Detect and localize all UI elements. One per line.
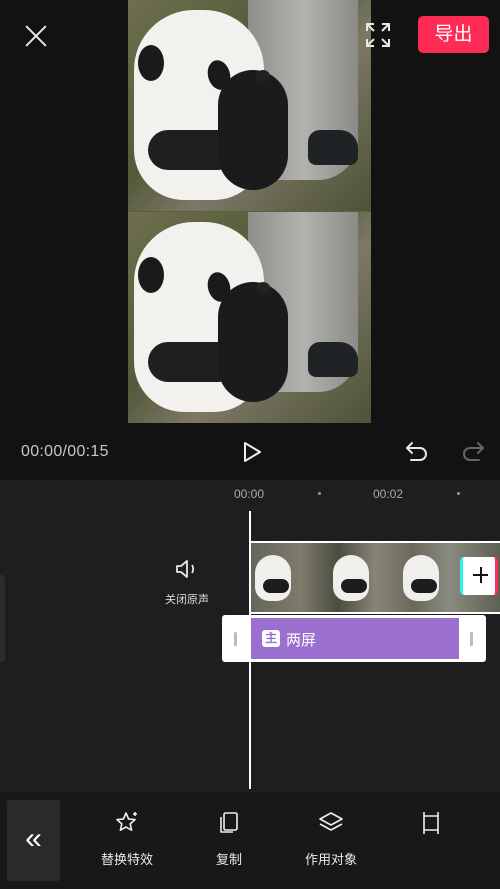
fullscreen-icon[interactable] bbox=[365, 22, 391, 48]
bottom-toolbar bbox=[0, 792, 500, 889]
clip-thumbnail bbox=[255, 555, 291, 601]
playhead[interactable] bbox=[249, 511, 251, 789]
copy-label: 复制 bbox=[215, 852, 242, 867]
collapse-button[interactable]: « bbox=[7, 800, 60, 881]
play-icon[interactable] bbox=[240, 440, 264, 464]
apply-target-button[interactable]: 作用对象 bbox=[286, 810, 376, 867]
export-button[interactable]: 导出 bbox=[418, 16, 489, 53]
replace-effect-label: 替换特效 bbox=[100, 852, 153, 867]
add-clip-button[interactable] bbox=[460, 557, 498, 595]
panda-frame-top bbox=[128, 0, 371, 211]
mute-original-audio-label[interactable]: 关闭原声 bbox=[160, 591, 214, 607]
crop-icon bbox=[423, 812, 439, 834]
effect-name: 两屏 bbox=[286, 632, 317, 649]
undo-icon[interactable] bbox=[404, 439, 430, 465]
close-icon[interactable] bbox=[22, 22, 50, 50]
clip-thumbnail bbox=[333, 555, 369, 601]
apply-target-label: 作用对象 bbox=[304, 852, 357, 867]
star-sparkle-icon bbox=[116, 812, 137, 831]
video-preview[interactable] bbox=[128, 0, 371, 423]
time-tick: 00:00 bbox=[234, 487, 265, 501]
effect-segment[interactable] bbox=[250, 618, 459, 659]
speaker-icon[interactable] bbox=[174, 557, 200, 581]
layers-icon bbox=[319, 812, 343, 831]
tick-dot bbox=[457, 492, 460, 495]
crop-button[interactable] bbox=[386, 810, 476, 836]
playback-time: 00:00/00:15 bbox=[21, 443, 109, 460]
panel-drag-handle[interactable] bbox=[0, 575, 5, 662]
copy-icon bbox=[220, 812, 238, 833]
time-tick: 00:02 bbox=[373, 487, 404, 501]
clip-thumbnail bbox=[403, 555, 439, 601]
copy-button[interactable]: 复制 bbox=[184, 810, 274, 867]
panda-frame-bottom bbox=[128, 212, 371, 423]
main-track-badge: 主 bbox=[262, 630, 280, 647]
replace-effect-button[interactable]: 替换特效 bbox=[82, 810, 172, 867]
tick-dot bbox=[318, 492, 321, 495]
effect-left-grip[interactable] bbox=[234, 632, 237, 646]
effect-right-grip[interactable] bbox=[470, 632, 473, 646]
redo-icon[interactable] bbox=[460, 439, 486, 465]
